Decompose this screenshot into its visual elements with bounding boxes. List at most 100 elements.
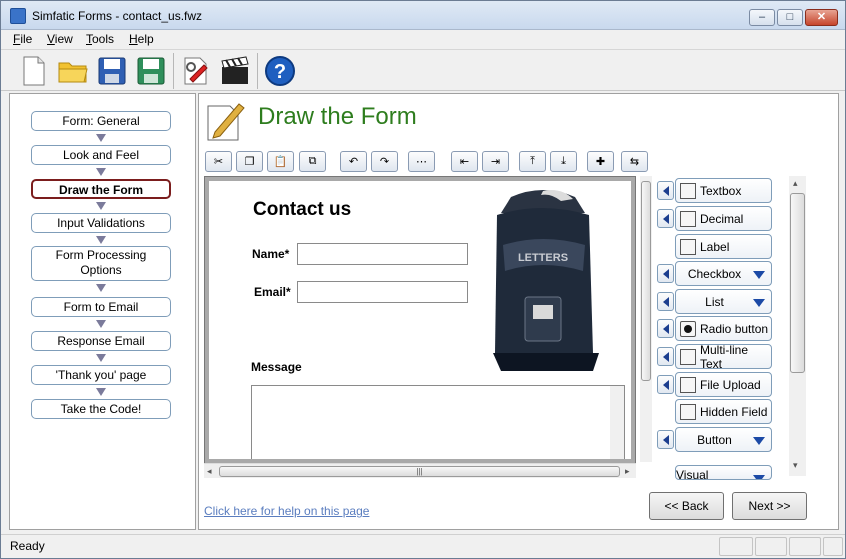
palette-checkbox[interactable]: Checkbox [675, 261, 772, 286]
menu-tools[interactable]: Tools [86, 32, 114, 46]
palette-scrollbar[interactable]: ▴ ▾ [789, 176, 806, 476]
dropdown-arrow-icon[interactable] [753, 299, 765, 307]
open-folder-icon[interactable] [56, 54, 90, 88]
step-7[interactable]: 'Thank you' page [31, 365, 171, 385]
align-top-icon[interactable]: ⤒ [519, 151, 546, 172]
align-bottom-icon[interactable]: ⤓ [550, 151, 577, 172]
step-2[interactable]: Draw the Form [31, 179, 171, 199]
dropdown-arrow-icon[interactable] [753, 271, 765, 279]
main-toolbar: ? [1, 49, 845, 91]
step-0[interactable]: Form: General [31, 111, 171, 131]
center-icon[interactable]: ✚ [587, 151, 614, 172]
palette-scroll-thumb[interactable] [790, 193, 805, 373]
redo-icon[interactable]: ↷ [371, 151, 398, 172]
form-canvas[interactable]: Contact us Name* Email* Message LETTERS [204, 176, 636, 464]
dropdown-arrow-icon[interactable] [753, 437, 765, 445]
step-8[interactable]: Take the Code! [31, 399, 171, 419]
scroll-down-arrow-icon[interactable]: ▾ [793, 460, 798, 471]
insert-arrow-icon[interactable] [657, 292, 674, 311]
message-textarea[interactable] [251, 385, 625, 459]
step-3[interactable]: Input Validations [31, 213, 171, 233]
palette-item-label: Hidden Field [700, 404, 768, 419]
step-5[interactable]: Form to Email [31, 297, 171, 317]
preview-clapper-icon[interactable] [218, 54, 252, 88]
scroll-up-arrow-icon[interactable]: ▴ [793, 178, 798, 189]
form-settings-icon[interactable] [179, 54, 213, 88]
insert-arrow-icon[interactable] [657, 347, 674, 366]
draw-form-icon [205, 98, 247, 142]
menu-help[interactable]: Help [129, 32, 154, 46]
email-label[interactable]: Email* [254, 285, 291, 299]
name-label[interactable]: Name* [252, 247, 289, 261]
palette-multi-line-text[interactable]: Multi-line Text [675, 343, 772, 371]
close-button[interactable]: ✕ [805, 9, 838, 26]
paste-icon[interactable]: 📋 [267, 151, 294, 172]
scroll-left-arrow-icon[interactable]: ◂ [207, 466, 212, 477]
palette-radio-button[interactable]: Radio button [675, 316, 772, 341]
step-6[interactable]: Response Email [31, 331, 171, 351]
next-button[interactable]: Next >> [732, 492, 807, 520]
save-icon[interactable] [95, 54, 129, 88]
insert-arrow-icon[interactable] [657, 209, 674, 228]
palette-visual-element[interactable]: Visual Element [675, 465, 772, 480]
new-document-icon[interactable] [17, 54, 51, 88]
app-window: Simfatic Forms - contact_us.fwz – □ ✕ Fi… [0, 0, 846, 559]
palette-hidden-field[interactable]: Hidden Field [675, 399, 772, 424]
step-arrow-icon [96, 284, 106, 292]
tab-order-icon[interactable]: ⇆ [621, 151, 648, 172]
toolbar-separator [173, 53, 174, 89]
scroll-right-arrow-icon[interactable]: ▸ [625, 466, 630, 477]
cut-icon[interactable]: ✂ [205, 151, 232, 172]
palette-item-label: Checkbox [687, 266, 742, 281]
copy-icon[interactable]: ❐ [236, 151, 263, 172]
help-link[interactable]: Click here for help on this page [204, 504, 369, 518]
email-field[interactable] [297, 281, 468, 303]
duplicate-icon[interactable]: ⧉ [299, 151, 326, 172]
vertical-scroll-thumb[interactable] [641, 181, 651, 381]
name-field[interactable] [297, 243, 468, 265]
menu-view[interactable]: View [47, 32, 73, 46]
back-button[interactable]: << Back [649, 492, 724, 520]
palette-item-label: List [705, 294, 724, 309]
status-panel [789, 537, 821, 556]
insert-arrow-icon[interactable] [657, 319, 674, 338]
canvas-horizontal-scrollbar[interactable]: ◂ ||| ▸ [204, 463, 636, 478]
palette-textbox[interactable]: Textbox [675, 178, 772, 203]
step-arrow-icon [96, 202, 106, 210]
palette-button[interactable]: Button [675, 427, 772, 452]
insert-arrow-icon[interactable] [657, 375, 674, 394]
align-left-icon[interactable]: ⇤ [451, 151, 478, 172]
textarea-scrollbar[interactable] [610, 386, 624, 459]
align-right-icon[interactable]: ⇥ [482, 151, 509, 172]
dropdown-arrow-icon[interactable] [753, 475, 765, 479]
insert-arrow-icon[interactable] [657, 181, 674, 200]
insert-arrow-icon[interactable] [657, 430, 674, 449]
menu-file[interactable]: File [13, 32, 32, 46]
grid-icon[interactable]: ⋯ [408, 151, 435, 172]
step-arrow-icon [96, 168, 106, 176]
design-panel: Draw the Form ✂ ❐ 📋 ⧉ ↶ ↷ ⋯ ⇤ ⇥ ⤒ ⤓ ✚ ⇆ Contact us N… [198, 93, 839, 530]
form-preview[interactable]: Contact us Name* Email* Message LETTERS [209, 181, 631, 459]
insert-arrow-icon[interactable] [657, 264, 674, 283]
save-as-icon[interactable] [134, 54, 168, 88]
maximize-button[interactable]: □ [777, 9, 803, 26]
status-bar: Ready [1, 534, 845, 558]
step-arrow-icon [96, 236, 106, 244]
palette-label[interactable]: Label [675, 234, 772, 259]
step-4[interactable]: Form Processing Options [31, 246, 171, 281]
decimal-icon [680, 210, 696, 227]
message-label[interactable]: Message [251, 360, 302, 374]
mailbox-image[interactable]: LETTERS [481, 185, 611, 377]
palette-item-label: File Upload [700, 377, 761, 392]
undo-icon[interactable]: ↶ [340, 151, 367, 172]
help-icon[interactable]: ? [263, 54, 297, 88]
horizontal-scroll-thumb[interactable]: ||| [219, 466, 620, 477]
palette-file-upload[interactable]: File Upload [675, 372, 772, 397]
minimize-button[interactable]: – [749, 9, 775, 26]
form-title[interactable]: Contact us [253, 199, 351, 221]
step-1[interactable]: Look and Feel [31, 145, 171, 165]
palette-decimal[interactable]: Decimal [675, 206, 772, 231]
palette-list[interactable]: List [675, 289, 772, 314]
label-icon [680, 238, 696, 255]
canvas-vertical-scrollbar[interactable] [640, 176, 652, 462]
